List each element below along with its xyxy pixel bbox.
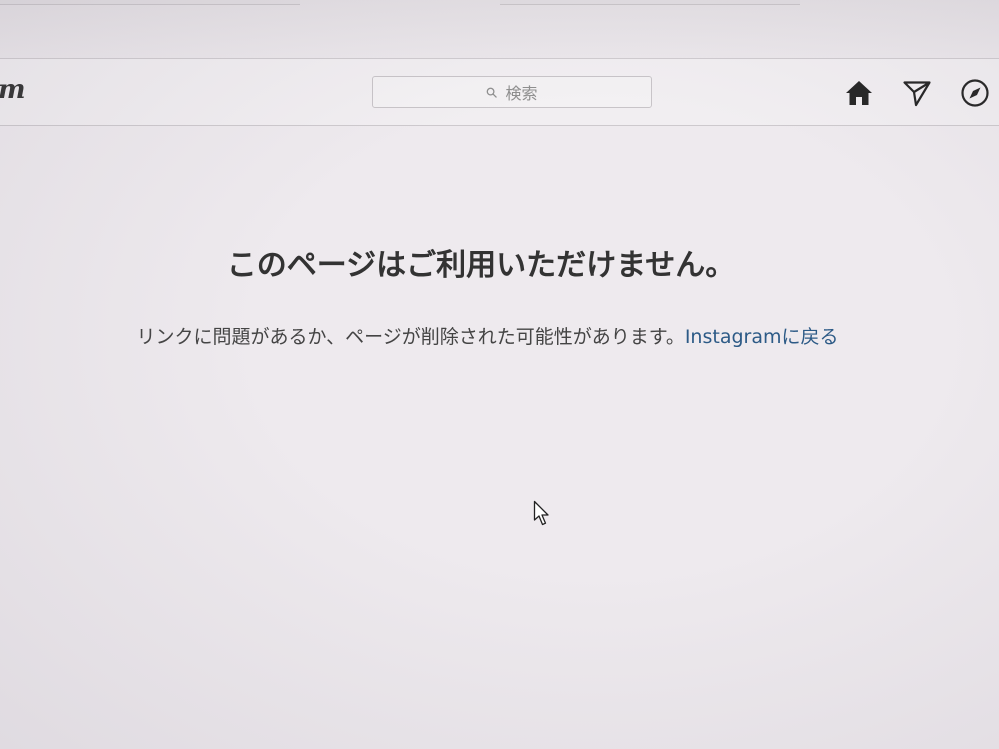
search-placeholder: 検索 [505, 84, 538, 103]
mouse-cursor-icon [533, 500, 549, 526]
error-message: リンクに問題があるか、ページが削除された可能性があります。Instagramに戻… [0, 322, 975, 349]
error-page-content: このページはご利用いただけません。 リンクに問題があるか、ページが削除された可能… [0, 126, 999, 749]
error-message-text: リンクに問題があるか、ページが削除された可能性があります。 [136, 326, 685, 348]
browser-tab[interactable] [500, 0, 800, 5]
search-icon [487, 87, 498, 98]
browser-tab[interactable] [0, 0, 300, 5]
page-title: このページはご利用いただけません。 [226, 248, 736, 283]
top-navigation-bar: m 検索 [0, 59, 999, 126]
search-input[interactable]: 検索 [372, 76, 652, 108]
home-icon[interactable] [843, 77, 875, 109]
instagram-logo[interactable]: m [0, 75, 26, 105]
browser-tab-strip [0, 0, 999, 59]
nav-icon-group [843, 77, 991, 109]
direct-send-icon[interactable] [901, 77, 933, 109]
compass-icon[interactable] [959, 77, 991, 109]
back-to-instagram-link[interactable]: Instagramに戻る [685, 326, 839, 348]
